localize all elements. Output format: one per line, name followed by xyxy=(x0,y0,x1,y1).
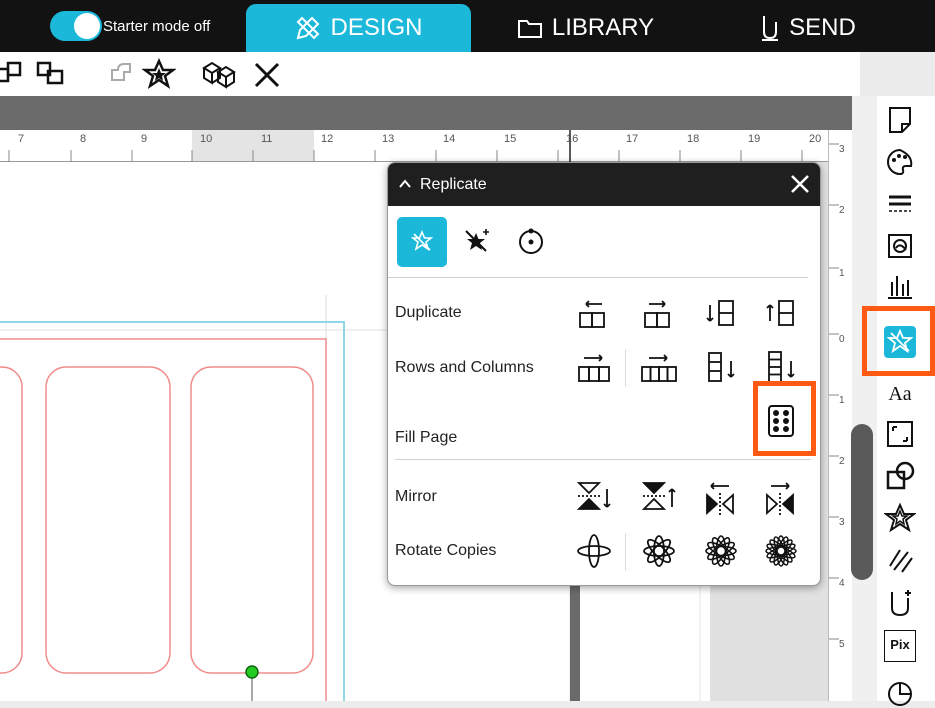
ruler-top-label: 20 xyxy=(809,133,822,145)
object-toolbar xyxy=(0,52,860,96)
rows-columns-3-icon[interactable] xyxy=(574,347,614,387)
ruler-right-label: 1 xyxy=(839,395,845,406)
ruler-top-label: 10 xyxy=(200,133,213,145)
rotate-2-copies-icon[interactable] xyxy=(574,531,614,571)
transform-icon[interactable] xyxy=(884,418,916,450)
panel-divider xyxy=(388,277,808,278)
tab-send[interactable]: SEND xyxy=(745,4,870,52)
align-icon[interactable] xyxy=(884,270,916,302)
ruler-right-label: 4 xyxy=(839,578,845,589)
radial-replicate-button[interactable] xyxy=(506,217,556,267)
ruler-top-label: 14 xyxy=(443,133,456,145)
row-label-mirror: Mirror xyxy=(395,488,437,505)
tab-design[interactable]: DESIGN xyxy=(246,4,471,52)
ruler-right-label: 5 xyxy=(839,639,845,650)
line-style-icon[interactable] xyxy=(884,188,916,220)
auto-replicate-button[interactable] xyxy=(452,217,502,267)
top-bar: Starter mode off DESIGN LIBRARY SEND xyxy=(0,0,935,52)
close-x-icon[interactable] xyxy=(250,58,284,90)
collapse-caret-icon[interactable] xyxy=(398,178,412,190)
panel-header: Replicate xyxy=(388,163,820,206)
radial-dot-icon xyxy=(519,228,543,254)
rotate-4-copies-icon[interactable] xyxy=(639,531,679,571)
duplicate-left-icon[interactable] xyxy=(574,293,614,333)
tab-send-label: SEND xyxy=(789,14,856,41)
design-pencil-ruler-icon xyxy=(297,16,320,40)
tab-design-label: DESIGN xyxy=(330,14,423,41)
ruler-top-label: 8 xyxy=(80,133,87,145)
ruler-top-label: 11 xyxy=(261,133,273,145)
tab-library[interactable]: LIBRARY xyxy=(500,4,670,52)
ruler-top-ticks xyxy=(0,130,852,162)
image-effects-icon[interactable] xyxy=(884,230,916,262)
ruler-right-label: 3 xyxy=(839,144,845,155)
sketch-icon[interactable] xyxy=(884,544,916,576)
rows-columns-down-3-icon[interactable] xyxy=(701,347,741,387)
highlight-fill-page-button xyxy=(753,381,816,456)
boxes-icon[interactable] xyxy=(198,58,238,90)
ruler-top: 7 8 9 10 11 12 13 14 15 16 17 18 19 20 xyxy=(0,130,852,162)
text-style-tool[interactable]: Aa xyxy=(884,378,916,410)
rotate-8-copies-icon[interactable] xyxy=(761,531,801,571)
row-label-fill-page: Fill Page xyxy=(395,429,458,446)
weld-icon[interactable] xyxy=(106,58,136,88)
rotate-6-copies-icon[interactable] xyxy=(701,531,741,571)
trace-blade-icon[interactable] xyxy=(884,588,916,620)
folder-icon xyxy=(517,20,542,38)
ruler-right-label: 3 xyxy=(839,517,845,528)
ruler-top-label: 12 xyxy=(321,133,334,145)
panel-close-icon[interactable] xyxy=(788,172,812,196)
ruler-top-label: 19 xyxy=(748,133,761,145)
group-icon[interactable] xyxy=(0,58,22,88)
ruler-right-label: 1 xyxy=(839,268,845,279)
replicate-mode-button[interactable] xyxy=(397,217,447,267)
duplicate-above-icon[interactable] xyxy=(761,293,801,333)
mirror-above-icon[interactable] xyxy=(639,477,679,517)
row-label-duplicate: Duplicate xyxy=(395,304,462,321)
ruler-right-label: 2 xyxy=(839,205,845,216)
modify-shapes-icon[interactable] xyxy=(884,460,916,492)
replicate-star-icon xyxy=(410,229,434,251)
panel-divider xyxy=(395,459,811,460)
canvas-header-strip xyxy=(0,96,852,130)
ruler-top-label: 15 xyxy=(504,133,517,145)
pixscan-tool[interactable]: Pix xyxy=(884,630,916,662)
page-setup-icon[interactable] xyxy=(884,104,916,136)
star-icon[interactable] xyxy=(142,58,176,90)
tab-library-label: LIBRARY xyxy=(551,14,655,41)
layers-icon[interactable] xyxy=(884,676,916,708)
duplicate-below-icon[interactable] xyxy=(701,293,741,333)
ruler-top-label: 9 xyxy=(141,133,148,145)
panel-title: Replicate xyxy=(420,176,487,193)
starter-mode-label: Starter mode off xyxy=(103,18,211,35)
ruler-right-label: 2 xyxy=(839,456,845,467)
ruler-top-label: 17 xyxy=(626,133,639,145)
fill-palette-icon[interactable] xyxy=(884,146,916,178)
ruler-right: 3 2 1 0 1 2 3 4 5 xyxy=(828,130,853,701)
highlight-replicate-tool xyxy=(862,306,935,376)
mirror-below-icon[interactable] xyxy=(574,477,614,517)
ruler-right-label: 0 xyxy=(839,334,845,345)
starter-mode-toggle[interactable] xyxy=(50,11,102,41)
mirror-left-icon[interactable] xyxy=(701,477,741,517)
duplicate-right-icon[interactable] xyxy=(639,293,679,333)
send-blade-icon xyxy=(762,16,779,41)
ruler-top-label: 13 xyxy=(382,133,395,145)
replicate-panel: Replicate Duplicate Rows and Columns Fil… xyxy=(387,162,821,586)
icon-separator xyxy=(625,349,626,387)
offset-star-icon[interactable] xyxy=(884,502,916,534)
magic-star-icon xyxy=(465,229,489,252)
rows-columns-4-icon[interactable] xyxy=(639,347,679,387)
ungroup-icon[interactable] xyxy=(34,58,68,88)
ruler-top-label: 18 xyxy=(687,133,700,145)
vertical-scrollbar-track[interactable] xyxy=(852,96,877,701)
vertical-scrollbar-thumb[interactable] xyxy=(851,424,873,580)
row-label-rows-columns: Rows and Columns xyxy=(395,359,534,376)
mirror-right-icon[interactable] xyxy=(761,477,801,517)
ruler-top-label: 16 xyxy=(566,133,579,145)
ruler-top-label: 7 xyxy=(18,133,25,145)
toggle-knob xyxy=(74,13,100,39)
row-label-rotate-copies: Rotate Copies xyxy=(395,542,497,559)
icon-separator xyxy=(625,533,626,571)
